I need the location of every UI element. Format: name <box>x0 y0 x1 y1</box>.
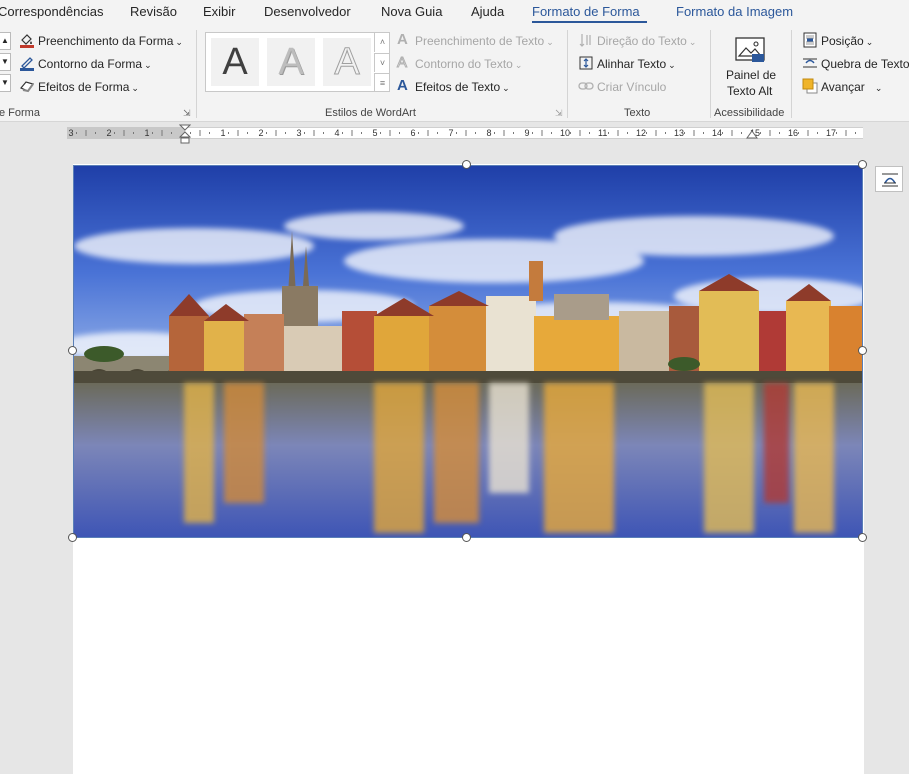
alt-text-label-line1: Painel de <box>726 68 777 82</box>
active-tab-indicator <box>532 21 647 23</box>
text-fill-icon: A <box>397 31 408 48</box>
dialog-launcher-icon[interactable]: ⇲ <box>183 108 191 119</box>
align-text-label: Alinhar Texto ⌄ <box>597 57 676 71</box>
create-link-label: Criar Vínculo <box>597 80 667 94</box>
text-effects-icon: A <box>397 77 408 94</box>
resize-handle-top[interactable] <box>462 160 471 169</box>
resize-handle-left[interactable] <box>68 346 77 355</box>
ruler-number: 7 <box>448 128 454 138</box>
wordart-dialog-launcher-icon[interactable]: ⇲ <box>555 108 563 119</box>
ruler-number: 12 <box>636 128 647 138</box>
wordart-gallery-up-icon[interactable]: ˄ <box>374 33 390 52</box>
shape-styles-group-label: e Forma <box>0 107 40 119</box>
ribbon-tabs: Correspondências Revisão Exibir Desenvol… <box>0 0 909 26</box>
indent-marker-icon[interactable] <box>179 124 191 144</box>
ruler-number: 6 <box>410 128 416 138</box>
text-outline-label: Contorno do Texto ⌄ <box>415 57 523 71</box>
ruler-number: 17 <box>826 128 837 138</box>
tab-revisao[interactable]: Revisão <box>130 4 177 19</box>
resize-handle-bottom-left[interactable] <box>68 533 77 542</box>
tab-ajuda[interactable]: Ajuda <box>471 4 504 19</box>
wordart-gallery: A A A ˄ ˅ ≡ <box>205 32 390 92</box>
alt-text-icon <box>735 37 765 62</box>
shape-gallery-more-icon[interactable]: ▼ <box>0 74 11 92</box>
wrap-text-label: Quebra de Texto <box>821 57 909 71</box>
group-separator <box>791 30 792 118</box>
pen-icon <box>20 57 34 71</box>
group-separator <box>567 30 568 118</box>
wrap-text-icon <box>803 58 817 68</box>
ruler-number: 4 <box>334 128 340 138</box>
right-indent-marker-icon[interactable] <box>746 130 758 140</box>
text-direction-icon <box>579 34 591 47</box>
tab-nova-guia[interactable]: Nova Guia <box>381 4 442 19</box>
group-separator <box>710 30 711 118</box>
wordart-style-2[interactable]: A <box>267 38 315 86</box>
ruler-number: 2 <box>258 128 264 138</box>
alt-text-label-line2: Texto Alt <box>727 84 773 98</box>
layout-options-icon <box>882 173 898 187</box>
layout-options-button[interactable] <box>875 166 903 192</box>
ruler-number: 8 <box>486 128 492 138</box>
ruler-number: 1 <box>144 128 150 138</box>
ruler-number: 11 <box>598 128 608 138</box>
wordart-group-label: Estilos de WordArt <box>325 107 416 119</box>
wordart-style-3[interactable]: A <box>323 38 371 86</box>
ribbon: ▲ ▼ ▼ Preenchimento da Forma ⌄ Contorno d… <box>0 26 909 122</box>
position-label: Posição ⌄ <box>821 34 874 48</box>
group-separator <box>196 30 197 118</box>
ruler-number: 10 <box>560 128 571 138</box>
text-outline-icon: A <box>396 54 408 72</box>
link-icon <box>578 82 594 90</box>
bring-forward-label: Avançar ⌄ <box>821 80 883 94</box>
wordart-gallery-down-icon[interactable]: ˅ <box>374 53 390 72</box>
tab-formato-da-imagem[interactable]: Formato da Imagem <box>676 4 793 19</box>
shape-effects-label: Efeitos de Forma ⌄ <box>38 80 139 94</box>
cityscape-photo <box>74 166 862 537</box>
resize-handle-bottom[interactable] <box>462 533 471 542</box>
resize-handle-right[interactable] <box>858 346 867 355</box>
text-effects-label: Efeitos de Texto ⌄ <box>415 80 510 94</box>
paint-bucket-icon <box>20 34 34 48</box>
wordart-style-1[interactable]: A <box>211 38 259 86</box>
ruler-number: 16 <box>788 128 799 138</box>
shape-fill-label: Preenchimento da Forma ⌄ <box>38 34 183 48</box>
shape-gallery-up-icon[interactable]: ▲ <box>0 32 11 50</box>
tab-correspondencias[interactable]: Correspondências <box>0 4 104 19</box>
ruler-number: 2 <box>106 128 112 138</box>
resize-handle-bottom-right[interactable] <box>858 533 867 542</box>
text-fill-label: Preenchimento de Texto ⌄ <box>415 34 554 48</box>
wordart-gallery-more-icon[interactable]: ≡ <box>374 73 390 92</box>
ruler-number: 13 <box>674 128 685 138</box>
position-icon <box>803 32 817 48</box>
ruler-number: 3 <box>68 128 74 138</box>
ruler-number: 1 <box>220 128 226 138</box>
text-group-label: Texto <box>624 107 651 119</box>
tab-desenvolvedor[interactable]: Desenvolvedor <box>264 4 351 19</box>
tab-exibir[interactable]: Exibir <box>203 4 236 19</box>
shape-effects-icon <box>20 81 34 93</box>
selected-image[interactable] <box>73 165 863 538</box>
horizontal-ruler[interactable]: 3 2 1 1 2 3 4 5 6 7 8 9 10 11 12 13 14 15 16 17 <box>0 122 909 144</box>
bring-forward-icon <box>802 78 818 94</box>
accessibility-group-label: Acessibilidade <box>714 107 785 119</box>
ruler-number: 5 <box>372 128 378 138</box>
tab-formato-de-forma[interactable]: Formato de Forma <box>532 4 640 19</box>
ruler-number: 9 <box>524 128 530 138</box>
text-direction-label: Direção do Texto ⌄ <box>597 34 697 48</box>
shape-outline-label: Contorno da Forma ⌄ <box>38 57 152 71</box>
resize-handle-top-right[interactable] <box>858 160 867 169</box>
shape-gallery-down-icon[interactable]: ▼ <box>0 53 11 71</box>
ruler-number: 14 <box>712 128 723 138</box>
align-text-icon <box>579 56 593 70</box>
ruler-number: 3 <box>296 128 302 138</box>
